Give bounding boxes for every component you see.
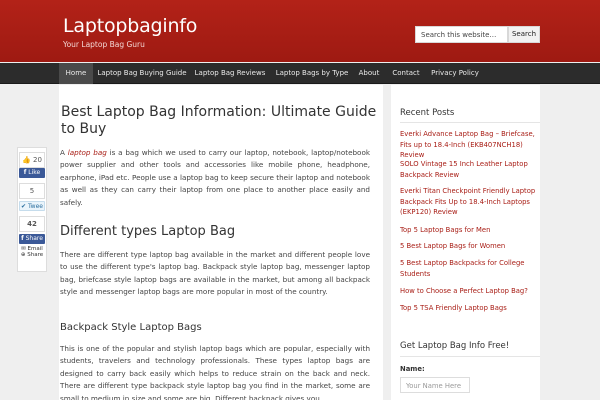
tweet-count: 5: [19, 183, 45, 199]
nav-contact[interactable]: Contact: [389, 63, 423, 84]
subsection-heading: Backpack Style Laptop Bags: [60, 322, 202, 333]
post-title: Best Laptop Bag Information: Ultimate Gu…: [61, 104, 377, 137]
recent-post-link[interactable]: SOLO Vintage 15 Inch Leather Laptop Back…: [400, 159, 540, 180]
recent-post-link[interactable]: How to Choose a Perfect Laptop Bag?: [400, 286, 540, 297]
recent-post-link[interactable]: Top 5 Laptop Bags for Men: [400, 225, 540, 236]
main-nav: Home Laptop Bag Buying Guide Laptop Bag …: [0, 63, 600, 84]
share-icon: ⊕: [20, 252, 26, 258]
intro-paragraph: A laptop bag is a bag which we used to c…: [60, 148, 371, 207]
site-tagline: Your Laptop Bag Guru: [63, 40, 145, 49]
nav-home[interactable]: Home: [59, 63, 93, 84]
recent-post-link[interactable]: Top 5 TSA Friendly Laptop Bags: [400, 303, 540, 314]
nav-about[interactable]: About: [354, 63, 384, 84]
nav-privacy[interactable]: Privacy Policy: [426, 63, 484, 84]
nav-reviews[interactable]: Laptop Bag Reviews: [192, 63, 268, 84]
recent-posts-title: Recent Posts: [400, 108, 455, 118]
share-count: 42: [19, 216, 45, 232]
recent-post-link[interactable]: Everki Titan Checkpoint Friendly Laptop …: [400, 186, 540, 218]
name-input[interactable]: Your Name Here: [400, 377, 470, 393]
laptop-bag-link[interactable]: laptop bag: [68, 148, 107, 157]
facebook-share-button[interactable]: f Share: [19, 234, 45, 244]
search-button[interactable]: Search: [508, 26, 540, 43]
recent-post-link[interactable]: Everki Advance Laptop Bag – Briefcase, F…: [400, 129, 540, 161]
facebook-icon: f: [23, 169, 27, 176]
recent-post-link[interactable]: 5 Best Laptop Bags for Women: [400, 241, 540, 252]
tweet-button[interactable]: ✔ Twee: [19, 201, 45, 211]
divider: [400, 122, 540, 123]
twitter-icon: ✔: [21, 203, 27, 210]
name-label: Name:: [400, 365, 425, 373]
site-header: Laptopbaginfo Your Laptop Bag Guru Searc…: [0, 0, 600, 62]
sharethis-button[interactable]: ⊕ Share: [18, 252, 46, 258]
section-heading: Different types Laptop Bag: [60, 224, 236, 239]
recent-post-link[interactable]: 5 Best Laptop Backpacks for College Stud…: [400, 258, 540, 279]
site-title[interactable]: Laptopbaginfo: [63, 15, 197, 37]
search-input[interactable]: Search this website…: [415, 26, 508, 43]
backpack-paragraph: This is one of the popular and stylish l…: [60, 344, 370, 400]
newsletter-title: Get Laptop Bag Info Free!: [400, 341, 510, 351]
types-paragraph: There are different type laptop bag avai…: [60, 250, 370, 297]
nav-by-type[interactable]: Laptop Bags by Type: [272, 63, 352, 84]
divider: [400, 356, 540, 357]
like-count: 👍 20: [19, 152, 45, 168]
facebook-share-icon: f: [21, 235, 24, 242]
thumbs-up-icon: 👍: [22, 156, 31, 164]
nav-buying-guide[interactable]: Laptop Bag Buying Guide: [96, 63, 188, 84]
share-widget: 👍 20 f Like 5 ✔ Twee 42 f Share ✉ Email …: [17, 147, 47, 272]
facebook-like-button[interactable]: f Like: [19, 168, 45, 178]
